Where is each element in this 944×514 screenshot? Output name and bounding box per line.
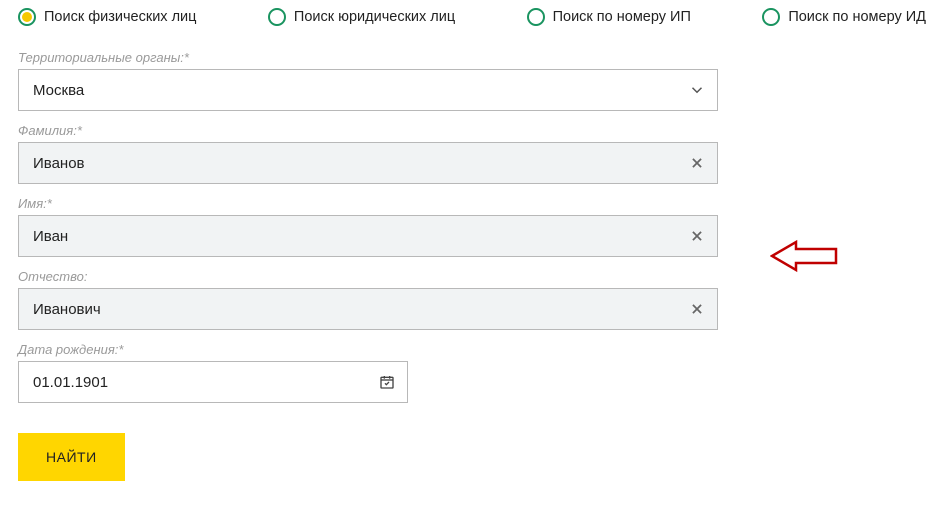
calendar-icon[interactable] xyxy=(367,374,407,390)
territory-select[interactable]: Москва xyxy=(18,69,718,111)
surname-field-wrap xyxy=(18,142,718,184)
name-label: Имя:* xyxy=(18,196,926,211)
territory-group: Территориальные органы:* Москва xyxy=(18,50,926,111)
territory-value: Москва xyxy=(19,70,677,110)
radio-icon xyxy=(18,8,36,26)
radio-icon xyxy=(268,8,286,26)
search-type-tabs: Поиск физических лиц Поиск юридических л… xyxy=(18,8,926,26)
territory-label: Территориальные органы:* xyxy=(18,50,926,65)
surname-group: Фамилия:* xyxy=(18,123,926,184)
birthdate-label: Дата рождения:* xyxy=(18,342,926,357)
tab-id-number[interactable]: Поиск по номеру ИД xyxy=(762,8,926,26)
arrow-annotation-icon xyxy=(770,236,840,281)
tab-label: Поиск юридических лиц xyxy=(294,9,455,25)
surname-input[interactable] xyxy=(19,143,677,183)
tab-individuals[interactable]: Поиск физических лиц xyxy=(18,8,196,26)
chevron-down-icon xyxy=(677,81,717,99)
surname-label: Фамилия:* xyxy=(18,123,926,138)
tab-label: Поиск физических лиц xyxy=(44,9,196,25)
birthdate-group: Дата рождения:* xyxy=(18,342,926,403)
name-input[interactable] xyxy=(19,216,677,256)
clear-icon[interactable] xyxy=(677,156,717,170)
search-button[interactable]: НАЙТИ xyxy=(18,433,125,481)
patronymic-input[interactable] xyxy=(19,289,677,329)
birthdate-field-wrap xyxy=(18,361,408,403)
tab-label: Поиск по номеру ИД xyxy=(788,9,926,25)
tab-label: Поиск по номеру ИП xyxy=(553,9,691,25)
radio-icon xyxy=(527,8,545,26)
tab-ip-number[interactable]: Поиск по номеру ИП xyxy=(527,8,691,26)
clear-icon[interactable] xyxy=(677,229,717,243)
radio-icon xyxy=(762,8,780,26)
name-field-wrap xyxy=(18,215,718,257)
clear-icon[interactable] xyxy=(677,302,717,316)
birthdate-input[interactable] xyxy=(19,362,367,402)
patronymic-field-wrap xyxy=(18,288,718,330)
tab-legal-entities[interactable]: Поиск юридических лиц xyxy=(268,8,455,26)
